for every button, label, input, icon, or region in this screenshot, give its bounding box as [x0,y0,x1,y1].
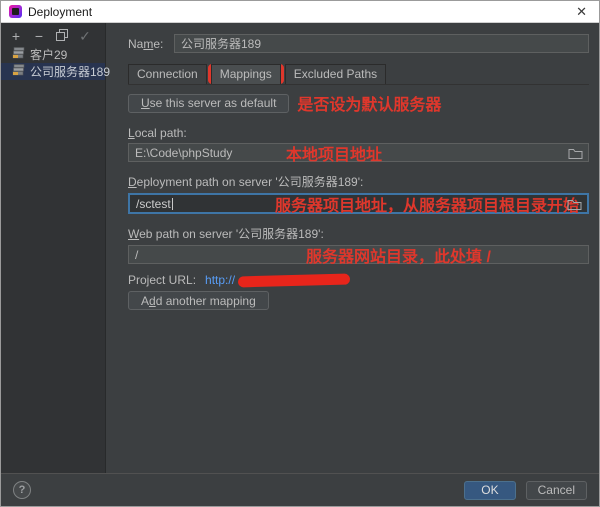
sidebar-toolbar: + − ✓ [1,23,105,46]
copy-server-icon[interactable] [55,29,69,42]
server-list-item[interactable]: 客户29 [1,46,105,63]
tab-bar: Connection Mappings Excluded Paths [128,64,589,85]
server-list-item-label: 公司服务器189 [30,63,110,80]
deployment-path-value: /sctest [136,197,171,211]
default-server-annotation: 是否设为默认服务器 [297,91,441,115]
title-bar: Deployment ✕ [1,1,599,23]
help-icon[interactable]: ? [13,481,31,499]
redaction-scribble [238,273,350,287]
remove-server-icon[interactable]: − [32,30,46,42]
server-icon [12,64,25,79]
mnemonic-underline: m [143,37,153,51]
mnemonic-underline: d [149,294,156,308]
web-path-input[interactable]: / 服务器网站目录，此处填 / [128,245,589,264]
name-input[interactable]: 公司服务器189 [174,34,589,53]
tab-excluded-paths[interactable]: Excluded Paths [285,64,386,84]
browse-deployment-path-folder-icon[interactable] [567,198,582,210]
deployment-path-annotation: 服务器项目地址，从服务器项目根目录开始 [275,192,579,216]
check-connection-icon[interactable]: ✓ [78,30,92,42]
deployment-path-input[interactable]: /sctest 服务器项目地址，从服务器项目根目录开始 [128,193,589,214]
add-another-mapping-button[interactable]: Add another mapping [128,291,269,310]
local-path-label: Local path: [128,126,589,140]
mnemonic-underline: D [128,175,137,189]
add-server-icon[interactable]: + [9,30,23,42]
name-label: Name: [128,37,172,51]
use-server-as-default-button[interactable]: Use this server as default [128,94,289,113]
text-caret [172,198,173,210]
tab-connection[interactable]: Connection [128,64,207,84]
project-url-link[interactable]: http:// [205,273,235,287]
mnemonic-underline: W [128,227,139,241]
browse-local-path-folder-icon[interactable] [568,147,583,159]
local-path-annotation: 本地项目地址 [286,141,382,165]
app-icon [9,5,22,18]
server-list-item-label: 客户29 [30,46,67,63]
web-path-label: Web path on server '公司服务器189': [128,225,589,242]
mnemonic-underline: L [128,126,135,140]
tab-mappings[interactable]: Mappings [211,64,281,84]
dialog-footer: ? OK Cancel [1,473,599,506]
server-list-sidebar: + − ✓ [1,23,106,473]
mnemonic-underline: U [141,96,150,110]
project-url-label: Project URL: [128,273,196,287]
name-value: 公司服务器189 [181,35,261,52]
server-list-item-selected[interactable]: 公司服务器189 [1,63,105,80]
local-path-value: E:\Code\phpStudy [135,146,232,160]
mappings-panel: Name: 公司服务器189 Connection Mappings Exclu… [106,23,599,473]
cancel-button[interactable]: Cancel [526,481,587,500]
local-path-input[interactable]: E:\Code\phpStudy 本地项目地址 [128,143,589,162]
mappings-tab-annotation-box: Mappings [208,64,284,84]
web-path-annotation: 服务器网站目录，此处填 / [306,243,491,267]
deployment-path-label: Deployment path on server '公司服务器189': [128,173,589,190]
ok-button[interactable]: OK [464,481,515,500]
window-title: Deployment [28,5,92,19]
web-path-value: / [135,248,138,262]
close-icon[interactable]: ✕ [572,3,591,20]
deployment-dialog: Deployment ✕ + − ✓ [0,0,600,507]
server-icon [12,47,25,62]
